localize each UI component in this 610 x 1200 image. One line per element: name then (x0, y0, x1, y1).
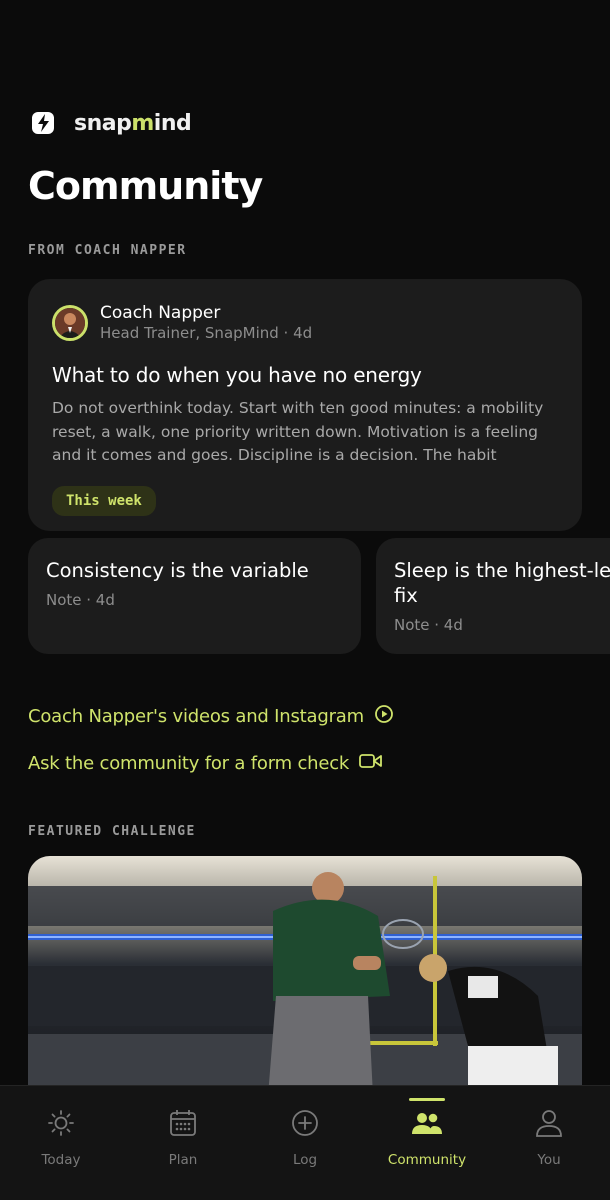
note-title: Sleep is the highest-lev fix (394, 559, 610, 607)
active-tab-indicator (409, 1098, 445, 1101)
brand-header: snapmind (28, 108, 192, 138)
post-title: What to do when you have no energy (52, 363, 422, 387)
nav-item-community[interactable]: Community (366, 1086, 488, 1200)
note-card[interactable]: Sleep is the highest-lev fix Note · 4d (376, 538, 610, 654)
link-label: Coach Napper's videos and Instagram (28, 706, 364, 727)
section-label-featured: FEATURED CHALLENGE (28, 824, 196, 839)
author-row: Coach Napper Head Trainer, SnapMind · 4d (52, 303, 558, 343)
link-label: Ask the community for a form check (28, 753, 350, 774)
note-title: Consistency is the variable (46, 559, 309, 582)
sun-icon (44, 1106, 78, 1140)
video-camera-icon (359, 752, 383, 775)
nav-label-you: You (537, 1152, 561, 1168)
note-meta: Note · 4d (394, 616, 463, 634)
lightning-bolt-icon (28, 108, 58, 138)
section-label-coach: FROM COACH NAPPER (28, 243, 187, 258)
app-screen: snapmind Community FROM COACH NAPPER Coa… (0, 0, 610, 1200)
note-card[interactable]: Consistency is the variable Note · 4d (28, 538, 361, 654)
person-icon (532, 1106, 566, 1140)
author-meta: Head Trainer, SnapMind · 4d (100, 324, 313, 342)
featured-challenge-image[interactable] (28, 856, 582, 1096)
nav-label-today: Today (41, 1152, 81, 1168)
calendar-icon (166, 1106, 200, 1140)
play-circle-icon (374, 704, 394, 729)
plus-circle-icon (288, 1106, 322, 1140)
people-icon (410, 1106, 444, 1140)
form-check-link[interactable]: Ask the community for a form check (28, 752, 383, 775)
nav-label-log: Log (292, 1152, 318, 1168)
coach-videos-link[interactable]: Coach Napper's videos and Instagram (28, 704, 394, 729)
brand-name: snapmind (74, 110, 192, 136)
nav-item-log[interactable]: Log (244, 1086, 366, 1200)
nav-item-plan[interactable]: Plan (122, 1086, 244, 1200)
post-body: Do not overthink today. Start with ten g… (52, 399, 544, 464)
nav-item-today[interactable]: Today (0, 1086, 122, 1200)
note-meta: Note · 4d (46, 591, 115, 609)
nav-item-you[interactable]: You (488, 1086, 610, 1200)
coach-post-card[interactable]: Coach Napper Head Trainer, SnapMind · 4d… (28, 279, 582, 531)
page-title: Community (28, 164, 263, 208)
week-tag: This week (52, 486, 156, 516)
avatar (52, 305, 88, 341)
nav-label-community: Community (387, 1152, 467, 1168)
nav-label-plan: Plan (168, 1152, 198, 1168)
bottom-nav: Today Plan Log Community You (0, 1085, 610, 1200)
author-name: Coach Napper (100, 303, 221, 323)
